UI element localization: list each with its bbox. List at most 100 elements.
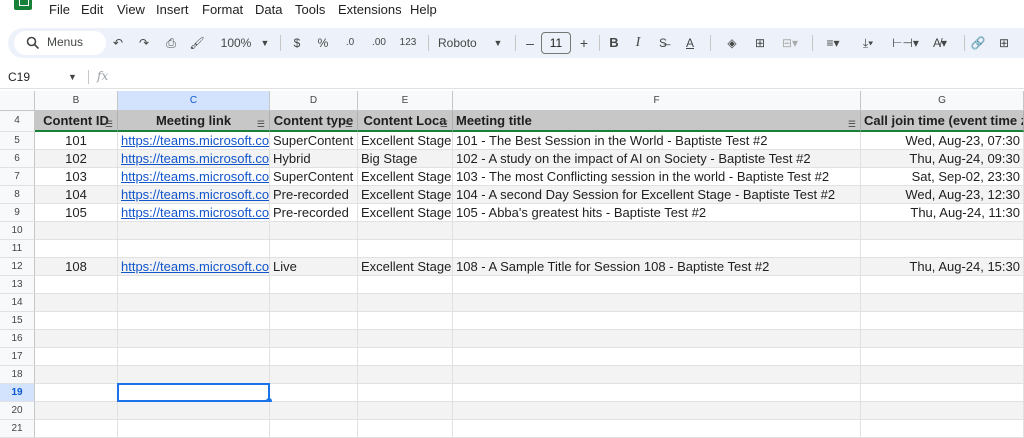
table-cell[interactable]: Wed, Aug-23, 07:30: [861, 132, 1024, 150]
header-cell[interactable]: Meeting title ☰: [453, 111, 861, 132]
table-cell[interactable]: [358, 420, 453, 438]
table-cell[interactable]: Excellent Stage: [358, 132, 453, 150]
font-chevron-down-icon[interactable]: ▼: [493, 34, 503, 52]
increase-font-size-button[interactable]: +: [578, 34, 590, 52]
table-cell[interactable]: [118, 366, 270, 384]
table-cell[interactable]: [861, 222, 1024, 240]
vertical-align-icon[interactable]: ⤓▾: [856, 34, 880, 52]
column-header-b[interactable]: B: [35, 91, 118, 111]
table-cell[interactable]: Live: [270, 258, 358, 276]
menu-view[interactable]: View: [117, 2, 145, 17]
table-cell[interactable]: https://teams.microsoft.co: [118, 204, 270, 222]
row-header[interactable]: 18: [0, 366, 35, 384]
table-cell[interactable]: SuperContent: [270, 168, 358, 186]
search-menus-input[interactable]: Menus: [14, 31, 106, 55]
header-cell[interactable]: Meeting link ☰: [118, 111, 270, 132]
table-cell[interactable]: 105 - Abba's greatest hits - Baptiste Te…: [453, 204, 861, 222]
table-cell[interactable]: [270, 348, 358, 366]
zoom-select[interactable]: 100%: [218, 34, 254, 52]
horizontal-align-icon[interactable]: ≡▾: [821, 34, 845, 52]
row-header[interactable]: 15: [0, 312, 35, 330]
strikethrough-icon[interactable]: S̶: [656, 34, 670, 52]
menu-edit[interactable]: Edit: [81, 2, 103, 17]
table-cell[interactable]: Excellent Stage: [358, 186, 453, 204]
table-cell[interactable]: [118, 276, 270, 294]
table-cell[interactable]: [453, 420, 861, 438]
text-rotation-icon[interactable]: A̸▾: [928, 34, 952, 52]
table-cell[interactable]: [270, 330, 358, 348]
table-cell[interactable]: [270, 240, 358, 258]
table-cell[interactable]: Pre-recorded: [270, 186, 358, 204]
table-cell[interactable]: [358, 366, 453, 384]
table-cell[interactable]: [270, 312, 358, 330]
row-header[interactable]: 20: [0, 402, 35, 420]
table-cell[interactable]: [861, 330, 1024, 348]
table-cell[interactable]: [358, 276, 453, 294]
row-header[interactable]: 19: [0, 384, 35, 402]
column-header-d[interactable]: D: [270, 91, 358, 111]
table-cell[interactable]: 104 - A second Day Session for Excellent…: [453, 186, 861, 204]
table-cell[interactable]: [453, 402, 861, 420]
menu-tools[interactable]: Tools: [295, 2, 325, 17]
row-header[interactable]: 16: [0, 330, 35, 348]
row-header[interactable]: 4: [0, 111, 35, 132]
table-cell[interactable]: [861, 276, 1024, 294]
table-cell[interactable]: [118, 420, 270, 438]
table-cell[interactable]: [35, 402, 118, 420]
table-cell[interactable]: [358, 348, 453, 366]
column-header-g[interactable]: G: [861, 91, 1024, 111]
insert-link-icon[interactable]: 🔗: [970, 34, 986, 52]
table-cell[interactable]: [35, 366, 118, 384]
table-cell[interactable]: 101: [35, 132, 118, 150]
row-header[interactable]: 13: [0, 276, 35, 294]
table-cell[interactable]: https://teams.microsoft.co: [118, 186, 270, 204]
table-cell[interactable]: [861, 294, 1024, 312]
header-cell[interactable]: Content ID ☰: [35, 111, 118, 132]
paint-format-icon[interactable]: 🖌: [189, 34, 205, 52]
filter-icon[interactable]: ☰: [440, 115, 448, 130]
table-cell[interactable]: https://teams.microsoft.co: [118, 132, 270, 150]
table-cell[interactable]: 102: [35, 150, 118, 168]
table-cell[interactable]: Excellent Stage: [358, 258, 453, 276]
filter-icon[interactable]: ☰: [257, 115, 265, 130]
table-cell[interactable]: [453, 384, 861, 402]
decrease-decimal-button[interactable]: .0: [341, 34, 359, 52]
row-header[interactable]: 14: [0, 294, 35, 312]
table-cell[interactable]: [453, 222, 861, 240]
filter-icon[interactable]: ☰: [105, 115, 113, 130]
table-cell[interactable]: [453, 294, 861, 312]
table-cell[interactable]: [35, 384, 118, 402]
table-cell[interactable]: [453, 240, 861, 258]
row-header[interactable]: 10: [0, 222, 35, 240]
table-cell[interactable]: [118, 294, 270, 312]
table-cell[interactable]: 102 - A study on the impact of AI on Soc…: [453, 150, 861, 168]
font-size-input[interactable]: 11: [541, 32, 571, 54]
table-cell[interactable]: [118, 312, 270, 330]
table-cell[interactable]: [35, 276, 118, 294]
italic-button[interactable]: I: [632, 34, 644, 52]
filter-icon[interactable]: ☰: [848, 115, 856, 130]
table-cell[interactable]: Excellent Stage: [358, 204, 453, 222]
table-cell[interactable]: [358, 402, 453, 420]
table-cell[interactable]: [35, 222, 118, 240]
table-cell[interactable]: Excellent Stage: [358, 168, 453, 186]
undo-icon[interactable]: ↶: [111, 34, 125, 52]
select-all-corner[interactable]: [0, 91, 35, 111]
text-wrapping-icon[interactable]: ⊢⊣▾: [892, 34, 919, 52]
table-cell[interactable]: [35, 348, 118, 366]
table-cell[interactable]: [358, 222, 453, 240]
table-cell[interactable]: [35, 312, 118, 330]
percent-format-button[interactable]: %: [317, 34, 329, 52]
row-header[interactable]: 5: [0, 132, 35, 150]
print-icon[interactable]: ⎙: [163, 34, 179, 52]
column-header-e[interactable]: E: [358, 91, 453, 111]
font-select[interactable]: Roboto: [438, 34, 486, 52]
row-header[interactable]: 17: [0, 348, 35, 366]
table-cell[interactable]: [861, 348, 1024, 366]
table-cell[interactable]: [358, 384, 453, 402]
table-cell[interactable]: [861, 366, 1024, 384]
table-cell[interactable]: Big Stage: [358, 150, 453, 168]
table-cell[interactable]: [35, 294, 118, 312]
row-header[interactable]: 8: [0, 186, 35, 204]
decrease-font-size-button[interactable]: –: [524, 34, 536, 52]
